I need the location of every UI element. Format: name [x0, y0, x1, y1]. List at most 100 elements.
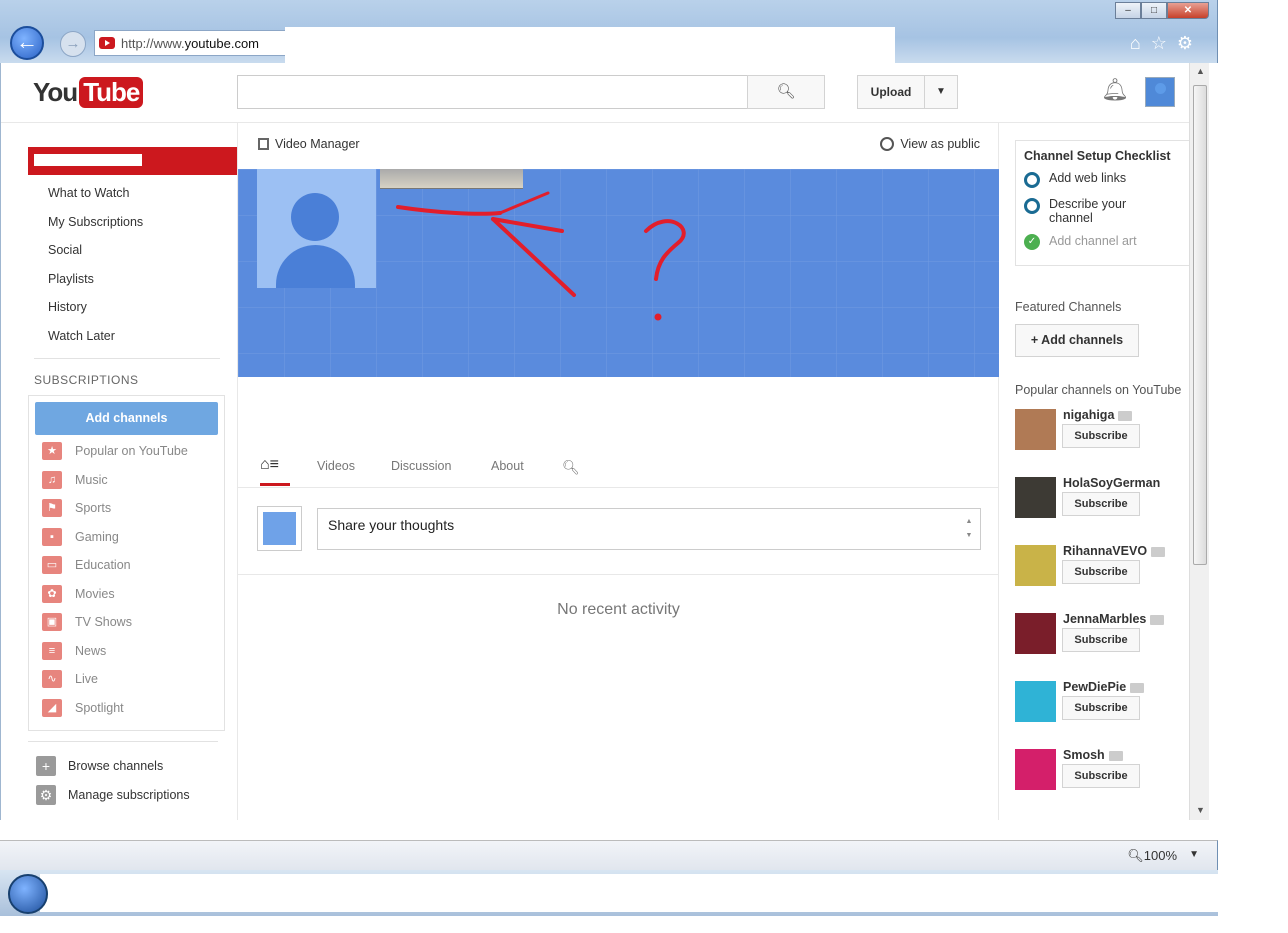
upload-menu-button[interactable]: ▼ [924, 75, 958, 109]
search-input[interactable] [237, 75, 748, 109]
subscription-item[interactable]: ▪ Gaming [35, 523, 218, 552]
channel-name[interactable]: JennaMarbles [1063, 612, 1165, 626]
channel-thumbnail[interactable] [1015, 409, 1056, 450]
home-icon: ⌂≡ [260, 456, 279, 473]
subscription-item[interactable]: ◢ Spotlight [35, 694, 218, 723]
subscribe-button[interactable]: Subscribe [1062, 696, 1140, 720]
empty-circle-icon [1024, 172, 1040, 188]
subscribe-button[interactable]: Subscribe [1062, 764, 1140, 788]
manage-subscriptions-link[interactable]: ⚙ Manage subscriptions [28, 781, 218, 810]
add-featured-channels-button[interactable]: + Add channels [1015, 324, 1139, 357]
guide-link[interactable]: Playlists [28, 265, 238, 294]
minimize-button[interactable]: – [1115, 2, 1141, 19]
guide-link[interactable]: What to Watch [28, 179, 238, 208]
channel-name-text: RihannaVEVO [1063, 544, 1148, 558]
tab-about[interactable]: About [491, 459, 524, 473]
tab-home[interactable]: ⌂≡ [260, 456, 290, 486]
browse-channels-link[interactable]: + Browse channels [28, 752, 218, 781]
subscription-item[interactable]: ✿ Movies [35, 580, 218, 609]
channel-banner[interactable] [238, 169, 999, 377]
home-icon[interactable]: ⌂ [1130, 33, 1141, 54]
settings-gear-icon[interactable]: ⚙ [1177, 33, 1193, 54]
upload-button[interactable]: Upload [857, 75, 925, 109]
subscriptions-list: Add channels ★ Popular on YouTube ♫ Music ⚑ S… [28, 395, 225, 731]
channel-thumbnail[interactable] [1015, 681, 1056, 722]
back-button[interactable]: ← [10, 26, 44, 60]
checklist-title: Channel Setup Checklist [1024, 149, 1171, 163]
guide-user-channel[interactable] [28, 147, 237, 175]
close-button[interactable]: ✕ [1167, 2, 1209, 19]
channel-thumbnail[interactable] [1015, 613, 1056, 654]
favorites-star-icon[interactable]: ☆ [1151, 33, 1167, 54]
channel-thumbnail[interactable] [1015, 477, 1056, 518]
youtube-favicon-icon [99, 37, 115, 49]
tab-videos[interactable]: Videos [317, 459, 355, 473]
status-bar: 🔍︎100% ▼ [0, 840, 1218, 870]
vertical-scroll-thumb[interactable] [1193, 85, 1207, 565]
tab-search-icon[interactable]: 🔍︎ [562, 459, 580, 476]
view-as-public-link[interactable]: View as public [880, 137, 980, 151]
popular-channel-item: JennaMarbles Subscribe [1015, 612, 1195, 669]
guide-link[interactable]: My Subscriptions [28, 208, 238, 237]
subscribe-button[interactable]: Subscribe [1062, 560, 1140, 584]
channel-name[interactable]: PewDiePie [1063, 680, 1145, 694]
channel-thumbnail[interactable] [1015, 749, 1056, 790]
youtube-logo[interactable]: You Tube [33, 77, 144, 108]
category-icon: ◢ [42, 698, 62, 717]
subscription-item[interactable]: ▭ Education [35, 551, 218, 580]
share-thoughts-input[interactable]: Share your thoughts ▲ ▼ [317, 508, 981, 550]
checklist-item-label: Add channel art [1049, 234, 1137, 248]
subscription-label: Gaming [75, 529, 119, 544]
subscription-item[interactable]: ▣ TV Shows [35, 608, 218, 637]
subscription-item[interactable]: ⚑ Sports [35, 494, 218, 523]
masthead: You Tube 🔍︎ Upload ▼ 🔔︎ [1, 63, 1191, 123]
channel-name[interactable]: RihannaVEVO [1063, 544, 1166, 558]
channel-name-text: Smosh [1063, 748, 1105, 762]
guide-link[interactable]: Watch Later [28, 322, 238, 351]
subscription-item[interactable]: ≡ News [35, 637, 218, 666]
channel-thumbnail[interactable] [1015, 545, 1056, 586]
popular-channel-item: Smosh Subscribe [1015, 748, 1195, 805]
category-icon: ✿ [42, 584, 62, 603]
video-manager-link[interactable]: Video Manager [258, 137, 360, 151]
channel-name[interactable]: nigahiga [1063, 408, 1133, 422]
category-icon: ▭ [42, 556, 62, 575]
share-scroll-arrows[interactable]: ▲ ▼ [964, 515, 974, 543]
start-button[interactable] [8, 874, 48, 914]
subscription-item[interactable]: ♫ Music [35, 466, 218, 495]
maximize-button[interactable]: □ [1141, 2, 1167, 19]
category-icon: ▪ [42, 527, 62, 546]
tab-discussion[interactable]: Discussion [391, 459, 451, 473]
guide-link[interactable]: History [28, 293, 238, 322]
zoom-level[interactable]: 🔍︎100% [1127, 848, 1177, 864]
account-avatar[interactable] [1145, 77, 1175, 107]
forward-button[interactable]: → [60, 31, 86, 57]
scroll-up-arrow-icon[interactable]: ▲ [1196, 66, 1205, 76]
channel-toolbar: Video Manager View as public [238, 123, 998, 169]
popular-channel-item: HolaSoyGerman Subscribe [1015, 476, 1195, 533]
divider [34, 358, 220, 359]
subscriptions-heading: SUBSCRIPTIONS [34, 373, 139, 387]
taskbar [0, 870, 1218, 916]
checklist-item[interactable]: Add web links [1024, 171, 1154, 188]
notification-bell-icon[interactable]: 🔔︎ [1101, 77, 1129, 103]
vertical-scrollbar[interactable]: ▲ ▼ [1189, 63, 1209, 820]
zoom-caret-icon[interactable]: ▼ [1189, 849, 1199, 860]
add-channels-button[interactable]: Add channels [35, 402, 218, 435]
subscription-item[interactable]: ★ Popular on YouTube [35, 437, 218, 466]
guide-link[interactable]: Social [28, 236, 238, 265]
view-as-public-label: View as public [900, 137, 980, 151]
checklist-item[interactable]: ✓ Add channel art [1024, 234, 1154, 250]
subscription-item[interactable]: ∿ Live [35, 665, 218, 694]
popular-channel-item: RihannaVEVO Subscribe [1015, 544, 1195, 601]
subscribe-button[interactable]: Subscribe [1062, 424, 1140, 448]
channel-name-text: nigahiga [1063, 408, 1115, 422]
video-manager-icon [258, 138, 269, 150]
scroll-down-arrow-icon[interactable]: ▼ [1196, 805, 1205, 815]
subscribe-button[interactable]: Subscribe [1062, 492, 1140, 516]
channel-name[interactable]: HolaSoyGerman [1063, 476, 1160, 490]
subscribe-button[interactable]: Subscribe [1062, 628, 1140, 652]
search-button[interactable]: 🔍︎ [747, 75, 825, 109]
checklist-item[interactable]: Describe your channel [1024, 197, 1154, 225]
channel-name[interactable]: Smosh [1063, 748, 1123, 762]
